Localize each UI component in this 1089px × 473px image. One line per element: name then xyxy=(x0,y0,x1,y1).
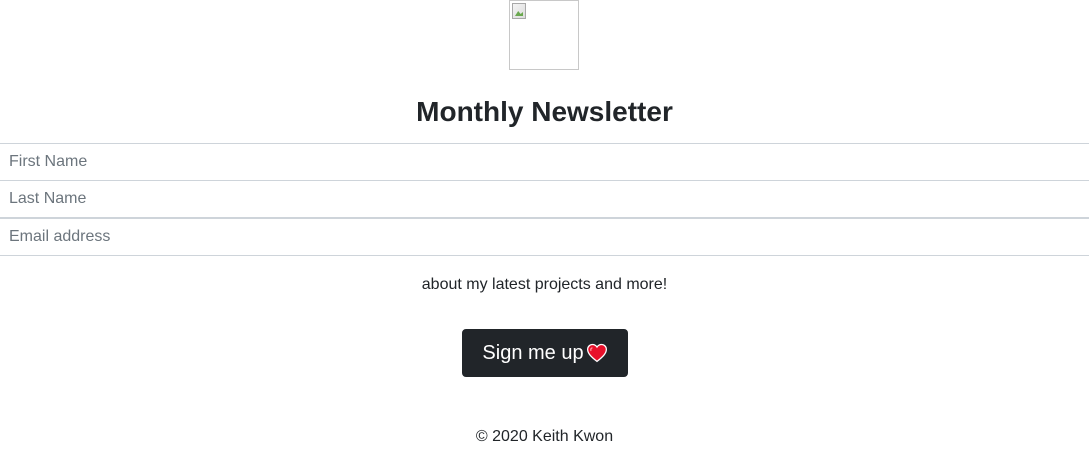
footer-copyright: © 2020 Keith Kwon xyxy=(475,428,614,445)
page-title: Monthly Newsletter xyxy=(416,96,673,127)
first-name-input[interactable] xyxy=(0,143,1089,181)
sign-me-up-label: Sign me up xyxy=(482,341,584,364)
heart-icon xyxy=(586,343,607,363)
sign-me-up-button[interactable]: Sign me up xyxy=(462,329,628,377)
logo-image-broken xyxy=(509,0,579,70)
email-input[interactable] xyxy=(0,218,1089,256)
broken-image-icon xyxy=(512,3,526,19)
newsletter-description: about my latest projects and more! xyxy=(421,276,668,293)
newsletter-page: Monthly Newsletter about my latest proje… xyxy=(0,0,1089,473)
last-name-input[interactable] xyxy=(0,180,1089,218)
